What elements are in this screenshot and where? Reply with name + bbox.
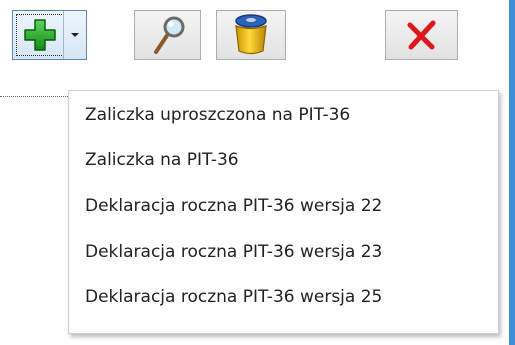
close-icon — [407, 20, 435, 50]
window-edge — [509, 0, 515, 345]
chevron-down-icon — [71, 33, 79, 37]
app-window: Zaliczka uproszczona na PIT-36 Zaliczka … — [0, 0, 515, 345]
menu-item[interactable]: Zaliczka uproszczona na PIT-36 — [85, 95, 485, 135]
toolbar-divider — [0, 96, 70, 97]
add-dropdown-menu: Zaliczka uproszczona na PIT-36 Zaliczka … — [68, 90, 499, 334]
add-dropdown-arrow[interactable] — [63, 11, 86, 59]
trash-bin-icon — [235, 14, 267, 55]
magnifier-icon — [153, 16, 184, 54]
plus-icon — [24, 19, 56, 51]
search-button[interactable] — [134, 10, 201, 60]
toolbar — [0, 0, 509, 60]
trash-button[interactable] — [216, 10, 286, 60]
menu-item[interactable]: Deklaracja roczna PIT-36 wersja 25 — [85, 277, 485, 317]
add-split-button[interactable] — [12, 10, 87, 60]
menu-item[interactable]: Deklaracja roczna PIT-36 wersja 22 — [85, 186, 485, 226]
close-button[interactable] — [385, 10, 458, 60]
menu-item[interactable]: Deklaracja roczna PIT-36 wersja 23 — [85, 232, 485, 272]
add-button[interactable] — [16, 14, 64, 56]
menu-item[interactable]: Zaliczka na PIT-36 — [85, 140, 485, 180]
